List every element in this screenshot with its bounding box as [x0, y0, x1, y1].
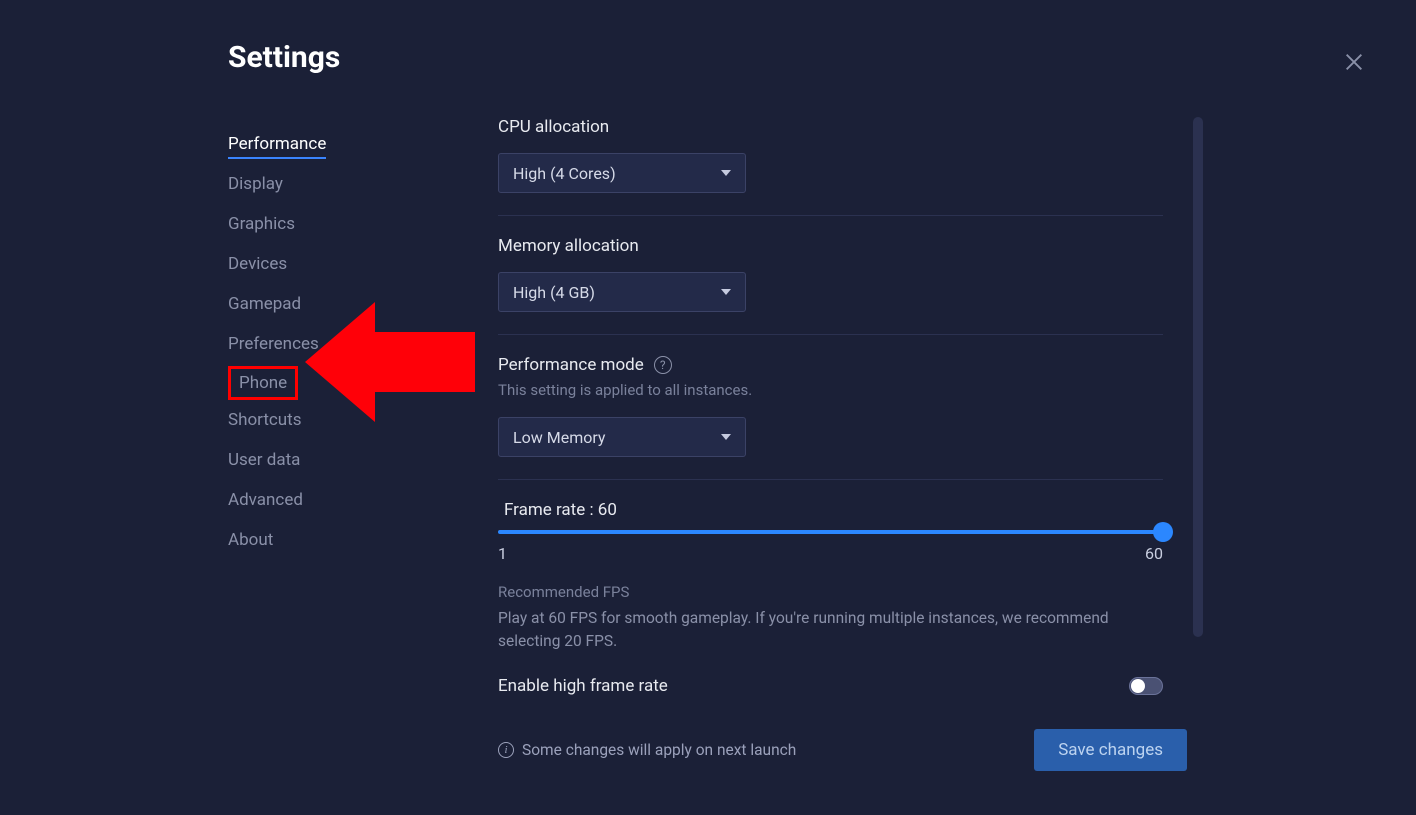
footer-note-text: Some changes will apply on next launch: [522, 741, 796, 759]
sidebar: Performance Display Graphics Devices Gam…: [228, 117, 498, 697]
memory-allocation-select[interactable]: High (4 GB): [498, 272, 746, 312]
recommended-fps-title: Recommended FPS: [498, 583, 1163, 601]
enable-hfr-label: Enable high frame rate: [498, 676, 668, 696]
sidebar-item-user-data[interactable]: User data: [228, 442, 498, 480]
sidebar-item-label: Performance: [228, 134, 326, 159]
info-icon: i: [498, 742, 514, 758]
main-panel: CPU allocation High (4 Cores) Memory all…: [498, 117, 1193, 697]
performance-mode-label-text: Performance mode: [498, 355, 644, 375]
slider-thumb[interactable]: [1153, 522, 1173, 542]
frame-rate-slider[interactable]: [498, 530, 1163, 534]
select-value: High (4 GB): [513, 283, 595, 302]
sidebar-item-advanced[interactable]: Advanced: [228, 482, 498, 520]
cpu-allocation-label: CPU allocation: [498, 117, 1163, 137]
toggle-knob: [1131, 679, 1145, 693]
sidebar-item-label: Shortcuts: [228, 410, 302, 430]
sidebar-item-label: Graphics: [228, 214, 295, 234]
footer-note: i Some changes will apply on next launch: [498, 741, 796, 759]
chevron-down-icon: [721, 170, 731, 176]
slider-range: 1 60: [498, 544, 1163, 563]
help-icon[interactable]: ?: [654, 356, 672, 374]
cpu-allocation-select[interactable]: High (4 Cores): [498, 153, 746, 193]
sidebar-item-preferences[interactable]: Preferences: [228, 326, 498, 364]
sidebar-item-label: Preferences: [228, 334, 319, 354]
sidebar-item-label: About: [228, 530, 273, 550]
recommended-fps-text: Play at 60 FPS for smooth gameplay. If y…: [498, 607, 1163, 654]
save-changes-button[interactable]: Save changes: [1034, 729, 1187, 771]
performance-mode-select[interactable]: Low Memory: [498, 417, 746, 457]
sidebar-item-phone[interactable]: Phone: [228, 366, 298, 400]
sidebar-item-label: Phone: [239, 373, 287, 393]
sidebar-item-label: Devices: [228, 254, 287, 274]
sidebar-item-label: Display: [228, 174, 283, 194]
sidebar-item-about[interactable]: About: [228, 522, 498, 560]
page-title: Settings: [228, 40, 1193, 75]
sidebar-item-label: User data: [228, 450, 300, 470]
sidebar-item-gamepad[interactable]: Gamepad: [228, 286, 498, 324]
close-icon: [1343, 51, 1365, 73]
memory-allocation-label: Memory allocation: [498, 236, 1163, 256]
sidebar-item-shortcuts[interactable]: Shortcuts: [228, 402, 498, 440]
scrollbar[interactable]: [1193, 117, 1203, 637]
sidebar-item-graphics[interactable]: Graphics: [228, 206, 498, 244]
frame-rate-label: Frame rate : 60: [504, 500, 1163, 520]
slider-max: 60: [1145, 544, 1163, 563]
footer: i Some changes will apply on next launch…: [498, 720, 1193, 780]
sidebar-item-display[interactable]: Display: [228, 166, 498, 204]
select-value: High (4 Cores): [513, 164, 616, 183]
sidebar-item-devices[interactable]: Devices: [228, 246, 498, 284]
performance-mode-sublabel: This setting is applied to all instances…: [498, 381, 1163, 399]
chevron-down-icon: [721, 289, 731, 295]
enable-hfr-toggle[interactable]: [1129, 677, 1163, 695]
slider-min: 1: [498, 544, 507, 563]
performance-mode-label: Performance mode ?: [498, 355, 1163, 375]
close-button[interactable]: [1340, 48, 1368, 76]
select-value: Low Memory: [513, 428, 605, 447]
chevron-down-icon: [721, 434, 731, 440]
sidebar-item-label: Advanced: [228, 490, 303, 510]
sidebar-item-performance[interactable]: Performance: [228, 126, 498, 164]
sidebar-item-label: Gamepad: [228, 294, 301, 314]
